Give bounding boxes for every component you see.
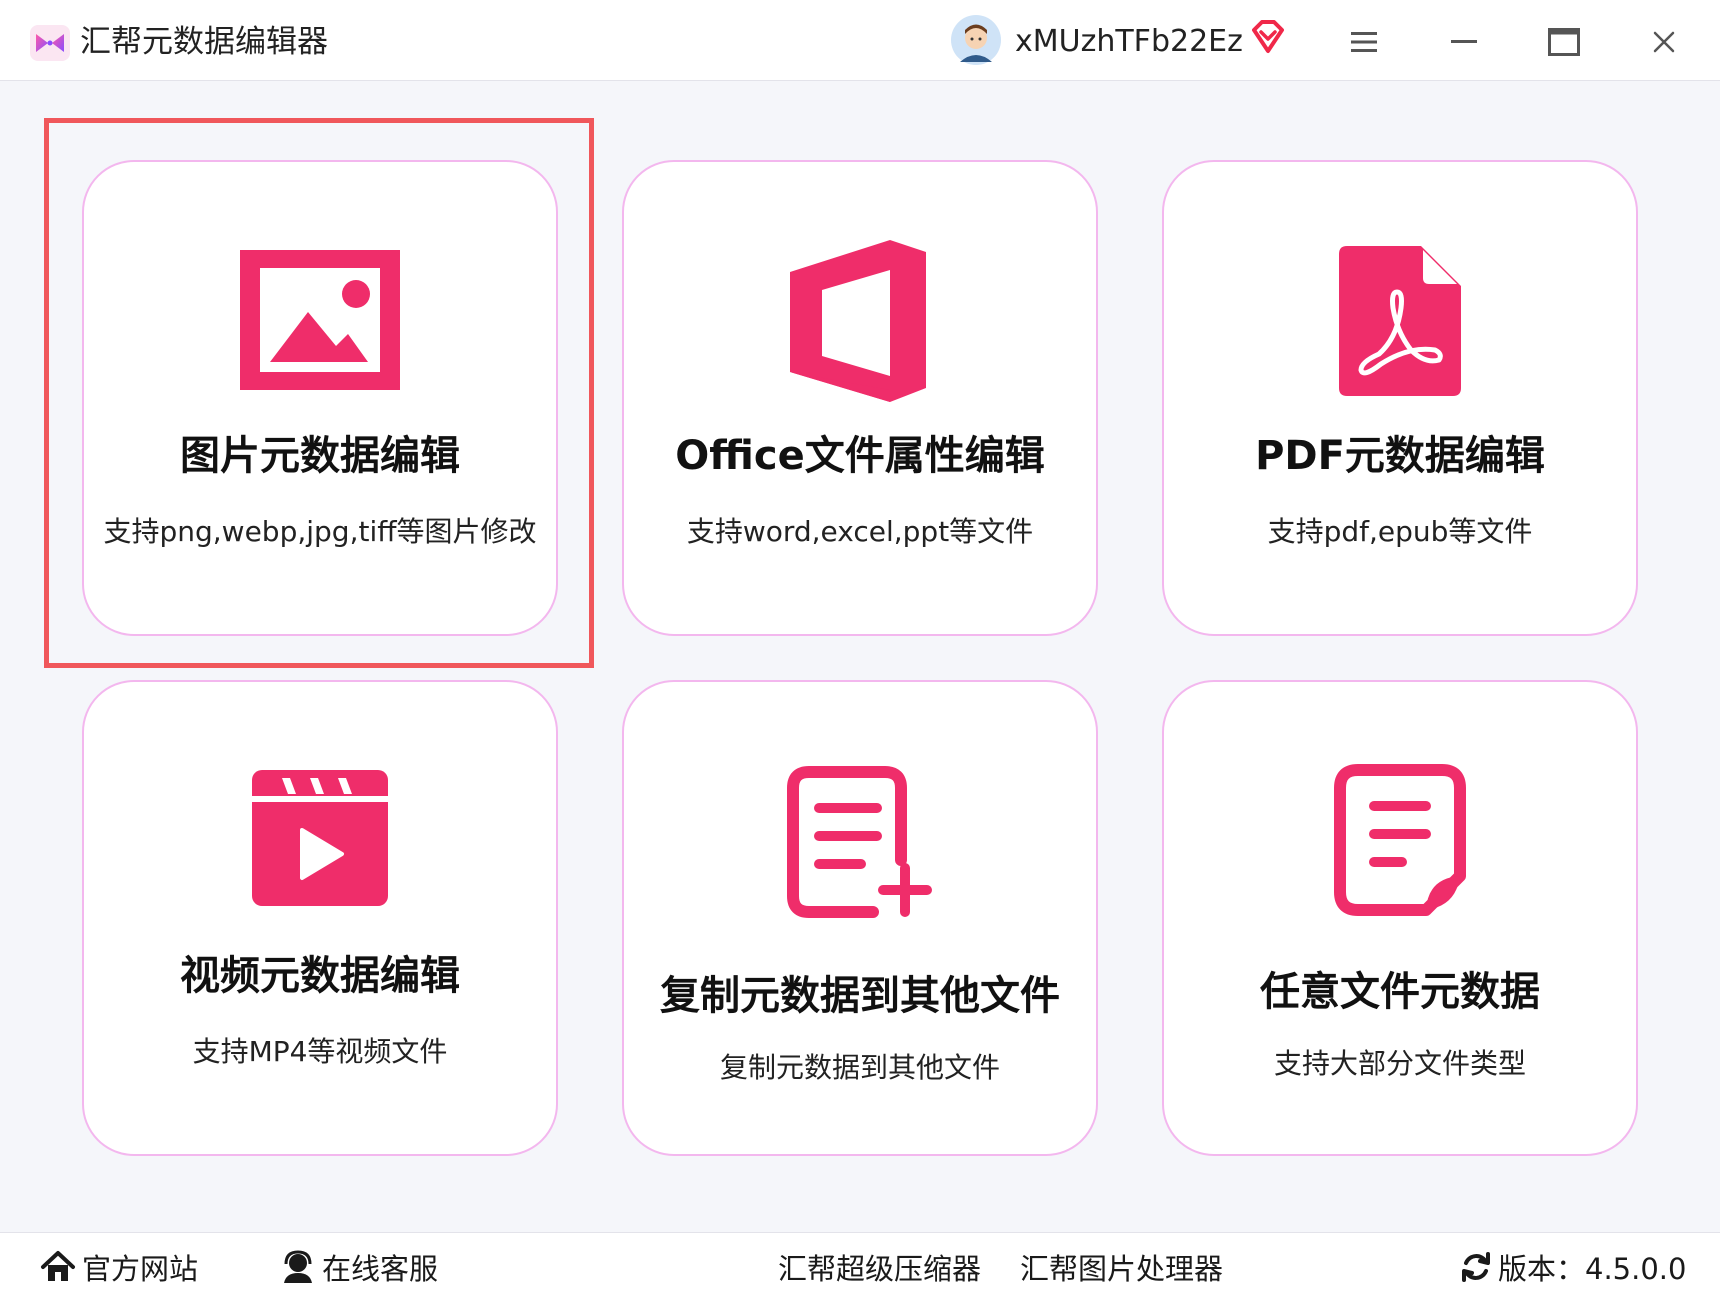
app-title: 汇帮元数据编辑器 — [80, 24, 328, 60]
card-title: 任意文件元数据 — [1260, 969, 1540, 1015]
menu-button[interactable] — [1336, 18, 1392, 66]
image-processor-link[interactable]: 汇帮图片处理器 — [1020, 1243, 1223, 1291]
footer-label: 官方网站 — [82, 1252, 199, 1286]
card-subtitle: 支持word,excel,ppt等文件 — [686, 515, 1034, 548]
card-subtitle: 支持MP4等视频文件 — [192, 1035, 448, 1068]
card-title: 视频元数据编辑 — [180, 953, 460, 999]
document-icon — [1334, 764, 1466, 916]
video-icon — [252, 770, 388, 906]
compressor-link[interactable]: 汇帮超级压缩器 — [778, 1243, 981, 1291]
version-label: 版本：4.5.0.0 — [1498, 1252, 1687, 1286]
version-info: 版本：4.5.0.0 — [1460, 1243, 1686, 1291]
card-subtitle: 支持大部分文件类型 — [1273, 1047, 1526, 1080]
card-subtitle: 支持png,webp,jpg,tiff等图片修改 — [103, 515, 537, 548]
card-any-file-metadata[interactable]: 任意文件元数据 支持大部分文件类型 — [1162, 680, 1638, 1156]
maximize-icon — [1548, 28, 1580, 56]
card-subtitle: 支持pdf,epub等文件 — [1267, 515, 1533, 548]
close-icon — [1653, 31, 1675, 53]
minimize-icon — [1451, 40, 1477, 43]
home-icon — [41, 1251, 75, 1281]
card-subtitle: 复制元数据到其他文件 — [719, 1051, 1000, 1084]
card-pdf-metadata[interactable]: PDF元数据编辑 支持pdf,epub等文件 — [1162, 160, 1638, 636]
card-video-metadata[interactable]: 视频元数据编辑 支持MP4等视频文件 — [82, 680, 558, 1156]
butterfly-logo-icon — [30, 25, 70, 61]
pdf-icon — [1339, 246, 1461, 396]
card-title: PDF元数据编辑 — [1255, 433, 1545, 479]
footer-bar: 官方网站 在线客服 汇帮超级压缩器 汇帮图片处理器 版本：4.5.0.0 — [0, 1232, 1720, 1301]
card-image-metadata[interactable]: 图片元数据编辑 支持png,webp,jpg,tiff等图片修改 — [82, 160, 558, 636]
document-add-icon — [787, 766, 932, 918]
office-icon — [790, 240, 926, 402]
footer-label: 汇帮图片处理器 — [1020, 1252, 1224, 1286]
card-office-properties[interactable]: Office文件属性编辑 支持word,excel,ppt等文件 — [622, 160, 1098, 636]
online-support-link[interactable]: 在线客服 — [280, 1243, 438, 1291]
customer-service-icon — [284, 1250, 312, 1283]
footer-label: 在线客服 — [322, 1252, 439, 1286]
user-avatar-icon[interactable] — [950, 14, 1002, 66]
minimize-button[interactable] — [1436, 18, 1492, 66]
close-button[interactable] — [1636, 18, 1692, 66]
card-title: 图片元数据编辑 — [180, 433, 460, 479]
title-bar: 汇帮元数据编辑器 xMUzhTFb22Ez — [0, 0, 1720, 81]
official-website-link[interactable]: 官方网站 — [40, 1243, 198, 1291]
refresh-icon — [1462, 1252, 1490, 1282]
vip-diamond-icon[interactable] — [1250, 20, 1286, 54]
footer-label: 汇帮超级压缩器 — [778, 1252, 982, 1286]
card-copy-metadata[interactable]: 复制元数据到其他文件 复制元数据到其他文件 — [622, 680, 1098, 1156]
image-icon — [240, 250, 400, 390]
username[interactable]: xMUzhTFb22Ez — [1015, 20, 1243, 64]
hamburger-menu-icon — [1351, 32, 1377, 52]
maximize-button[interactable] — [1536, 18, 1592, 66]
card-title: Office文件属性编辑 — [675, 433, 1045, 479]
card-title: 复制元数据到其他文件 — [660, 973, 1060, 1019]
